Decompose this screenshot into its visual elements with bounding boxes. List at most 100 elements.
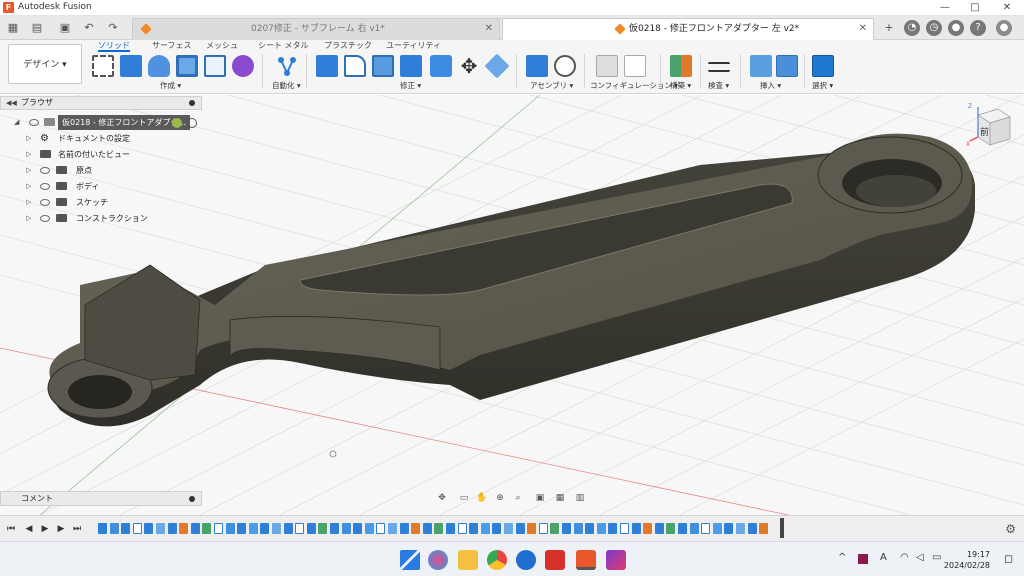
- browser-item-named-views[interactable]: ▷ 名前の付いたビュー: [0, 147, 202, 162]
- timeline-feature-icon[interactable]: [109, 523, 119, 534]
- play-icon[interactable]: ▶: [40, 523, 50, 535]
- group-construct[interactable]: 構築 ▾: [670, 80, 691, 91]
- timeline-feature-icon[interactable]: [376, 523, 386, 534]
- timeline-feature-icon[interactable]: [388, 523, 397, 534]
- grid-settings-icon[interactable]: ▦: [554, 492, 566, 504]
- select-icon[interactable]: [812, 55, 834, 77]
- minimize-button[interactable]: —: [930, 0, 960, 16]
- file-explorer-icon[interactable]: [458, 550, 478, 570]
- group-create[interactable]: 作成 ▾: [160, 80, 181, 91]
- look-at-icon[interactable]: ▭: [458, 492, 470, 504]
- copilot-icon[interactable]: [428, 550, 448, 570]
- pattern-icon[interactable]: [204, 55, 226, 77]
- hole-icon[interactable]: [176, 55, 198, 77]
- workspace-switcher[interactable]: デザイン ▾: [8, 44, 82, 84]
- timeline-feature-icon[interactable]: [98, 523, 107, 534]
- tab-mesh[interactable]: メッシュ: [206, 40, 238, 52]
- group-assemble[interactable]: アセンブリ ▾: [530, 80, 573, 91]
- close-button[interactable]: ✕: [992, 0, 1022, 16]
- timeline-feature-icon[interactable]: [121, 523, 131, 534]
- browser-root-item[interactable]: ◢ 仮0218 - 修正フロントアダプタ...: [0, 115, 202, 130]
- orbit-icon[interactable]: ✥: [436, 492, 448, 504]
- timeline-feature-icon[interactable]: [272, 523, 281, 534]
- undo-icon[interactable]: ↶: [80, 19, 98, 37]
- timeline-feature-icon[interactable]: [214, 523, 223, 534]
- display-settings-icon[interactable]: ▣: [534, 492, 546, 504]
- timeline-feature-icon[interactable]: [712, 523, 722, 534]
- timeline-feature-icon[interactable]: [156, 523, 165, 534]
- timeline-feature-icon[interactable]: [654, 523, 664, 534]
- timeline-feature-icon[interactable]: [341, 523, 351, 534]
- timeline-feature-icon[interactable]: [179, 523, 189, 534]
- pin-icon[interactable]: [189, 100, 195, 106]
- group-configure[interactable]: コンフィギュレーション ▾: [590, 80, 678, 91]
- tab-utility[interactable]: ユーティリティ: [386, 40, 441, 52]
- timeline-feature-icon[interactable]: [550, 523, 560, 534]
- joint-icon[interactable]: [554, 55, 576, 77]
- close-tab-icon[interactable]: ✕: [485, 19, 493, 39]
- timeline-feature-icon[interactable]: [295, 523, 305, 534]
- app-icon[interactable]: [606, 550, 626, 570]
- timeline-feature-icon[interactable]: [364, 523, 374, 534]
- group-modify[interactable]: 修正 ▾: [400, 80, 421, 91]
- configure-icon[interactable]: [596, 55, 618, 77]
- tray-app-icon[interactable]: [858, 554, 868, 564]
- press-pull-icon[interactable]: [316, 55, 338, 77]
- timeline-feature-icon[interactable]: [318, 523, 328, 534]
- timeline-feature-icon[interactable]: [469, 523, 479, 534]
- browser-item-bodies[interactable]: ▷ ボディ: [0, 179, 202, 194]
- create-form-icon[interactable]: [232, 55, 254, 77]
- timeline-feature-icon[interactable]: [562, 523, 571, 534]
- timeline-feature-icon[interactable]: [248, 523, 258, 534]
- user-avatar[interactable]: ●: [996, 20, 1012, 36]
- timeline-feature-icon[interactable]: [643, 523, 653, 534]
- group-insert[interactable]: 挿入 ▾: [760, 80, 781, 91]
- group-select[interactable]: 選択 ▾: [812, 80, 833, 91]
- app-icon[interactable]: [516, 550, 536, 570]
- visibility-eye-icon[interactable]: [40, 199, 50, 206]
- automate-icon[interactable]: [276, 55, 298, 77]
- expand-icon[interactable]: ▷: [26, 131, 31, 146]
- timeline-feature-icon[interactable]: [573, 523, 583, 534]
- battery-icon[interactable]: ▭: [932, 552, 941, 563]
- activate-radio-icon[interactable]: [187, 118, 197, 128]
- notification-bell-icon[interactable]: ◻: [1004, 552, 1013, 565]
- shell-icon[interactable]: [372, 55, 394, 77]
- timeline-feature-icon[interactable]: [736, 523, 745, 534]
- timeline-feature-icon[interactable]: [620, 523, 629, 534]
- pan-hand-icon[interactable]: ✋: [476, 492, 488, 504]
- zoom-icon[interactable]: ⊕: [494, 492, 506, 504]
- new-component-icon[interactable]: [526, 55, 548, 77]
- create-sketch-icon[interactable]: [92, 55, 114, 77]
- expand-icon[interactable]: ▷: [26, 195, 31, 210]
- visibility-eye-icon[interactable]: [29, 119, 39, 126]
- timeline-feature-icon[interactable]: [167, 523, 177, 534]
- timeline-feature-icon[interactable]: [747, 523, 757, 534]
- expand-icon[interactable]: ▷: [26, 163, 31, 178]
- timeline-feature-icon[interactable]: [260, 523, 270, 534]
- insert-image-icon[interactable]: [776, 55, 798, 77]
- extensions-icon[interactable]: ◔: [904, 20, 920, 36]
- wifi-icon[interactable]: ◠: [900, 552, 909, 563]
- timeline-feature-icon[interactable]: [527, 523, 537, 534]
- move-icon[interactable]: ✥: [458, 55, 480, 77]
- redo-icon[interactable]: ↷: [104, 19, 122, 37]
- new-tab-icon[interactable]: +: [880, 19, 898, 37]
- close-tab-icon[interactable]: ✕: [859, 19, 867, 39]
- visibility-eye-icon[interactable]: [40, 183, 50, 190]
- add-comment-icon[interactable]: [189, 496, 195, 502]
- ime-indicator[interactable]: A: [880, 552, 887, 563]
- maximize-button[interactable]: □: [960, 0, 990, 16]
- windows-start-icon[interactable]: [400, 550, 420, 570]
- fillet-icon[interactable]: [344, 55, 366, 77]
- tab-solid[interactable]: ソリッド: [98, 40, 130, 52]
- split-body-icon[interactable]: [430, 55, 452, 77]
- chevron-up-icon[interactable]: ^: [838, 552, 846, 563]
- combine-icon[interactable]: [400, 55, 422, 77]
- timeline-feature-icon[interactable]: [759, 523, 769, 534]
- timeline-feature-icon[interactable]: [283, 523, 293, 534]
- expand-icon[interactable]: ▷: [26, 179, 31, 194]
- timeline-feature-icon[interactable]: [306, 523, 316, 534]
- timeline-feature-icon[interactable]: [538, 523, 548, 534]
- align-icon[interactable]: [484, 53, 510, 79]
